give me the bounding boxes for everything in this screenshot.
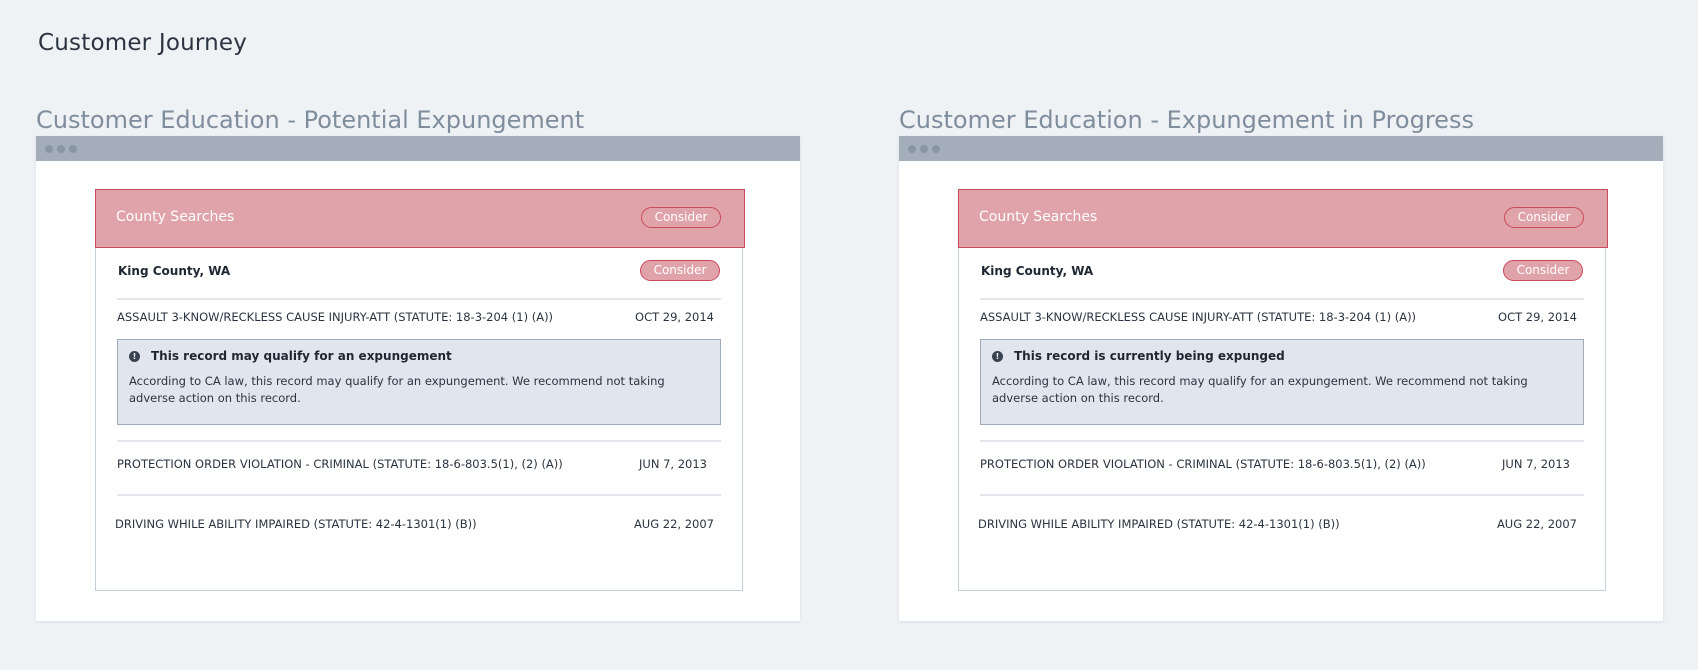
window-dot-icon (932, 145, 940, 153)
divider (117, 440, 721, 442)
card-header-title: County Searches (979, 209, 1098, 225)
county-name: King County, WA (981, 264, 1094, 278)
expungement-notice: ! This record may qualify for an expunge… (117, 339, 721, 425)
record-description: ASSAULT 3-KNOW/RECKLESS CAUSE INJURY-ATT… (117, 310, 554, 324)
consider-badge[interactable]: Consider (641, 207, 721, 228)
divider (117, 298, 721, 300)
panel-potential-expungement: Customer Education - Potential Expungeme… (36, 104, 800, 621)
record-description: DRIVING WHILE ABILITY IMPAIRED (STATUTE:… (978, 517, 1340, 531)
divider (980, 494, 1584, 496)
window-dot-icon (920, 145, 928, 153)
page-title: Customer Journey (38, 30, 248, 56)
divider (980, 440, 1584, 442)
info-icon: ! (129, 351, 140, 362)
record-date: JUN 7, 2013 (639, 457, 707, 471)
record-description: DRIVING WHILE ABILITY IMPAIRED (STATUTE:… (115, 517, 477, 531)
card-header: County Searches Consider (958, 189, 1608, 248)
divider (117, 494, 721, 496)
window-dot-icon (69, 145, 77, 153)
window-dot-icon (908, 145, 916, 153)
notice-body: According to CA law, this record may qua… (992, 374, 1528, 405)
panel-heading: Customer Education - Expungement in Prog… (899, 106, 1474, 134)
notice-body: According to CA law, this record may qua… (129, 374, 665, 405)
consider-badge[interactable]: Consider (1504, 207, 1584, 228)
record-description: ASSAULT 3-KNOW/RECKLESS CAUSE INJURY-ATT… (980, 310, 1417, 324)
county-consider-badge[interactable]: Consider (1503, 260, 1583, 281)
county-consider-badge[interactable]: Consider (640, 260, 720, 281)
info-icon: ! (992, 351, 1003, 362)
divider (980, 298, 1584, 300)
card-header-title: County Searches (116, 209, 235, 225)
record-date: AUG 22, 2007 (633, 517, 714, 531)
browser-window: County Searches Consider King County, WA… (899, 136, 1663, 621)
expungement-notice: ! This record is currently being expunge… (980, 339, 1584, 425)
window-title-bar (36, 136, 800, 161)
window-dot-icon (45, 145, 53, 153)
notice-title: This record is currently being expunged (1014, 349, 1285, 363)
record-description: PROTECTION ORDER VIOLATION - CRIMINAL (S… (117, 457, 563, 471)
county-name: King County, WA (118, 264, 231, 278)
record-date: JUN 7, 2013 (1502, 457, 1570, 471)
record-date: OCT 29, 2014 (635, 310, 714, 324)
panel-heading: Customer Education - Potential Expungeme… (36, 106, 585, 134)
record-date: AUG 22, 2007 (1496, 517, 1577, 531)
notice-title: This record may qualify for an expungeme… (151, 349, 452, 363)
county-searches-card: County Searches Consider King County, WA… (95, 189, 745, 591)
panel-expungement-in-progress: Customer Education - Expungement in Prog… (899, 104, 1663, 621)
window-title-bar (899, 136, 1663, 161)
record-date: OCT 29, 2014 (1498, 310, 1577, 324)
window-dot-icon (57, 145, 65, 153)
card-header: County Searches Consider (95, 189, 745, 248)
county-searches-card: County Searches Consider King County, WA… (958, 189, 1608, 591)
record-description: PROTECTION ORDER VIOLATION - CRIMINAL (S… (980, 457, 1426, 471)
browser-window: County Searches Consider King County, WA… (36, 136, 800, 621)
